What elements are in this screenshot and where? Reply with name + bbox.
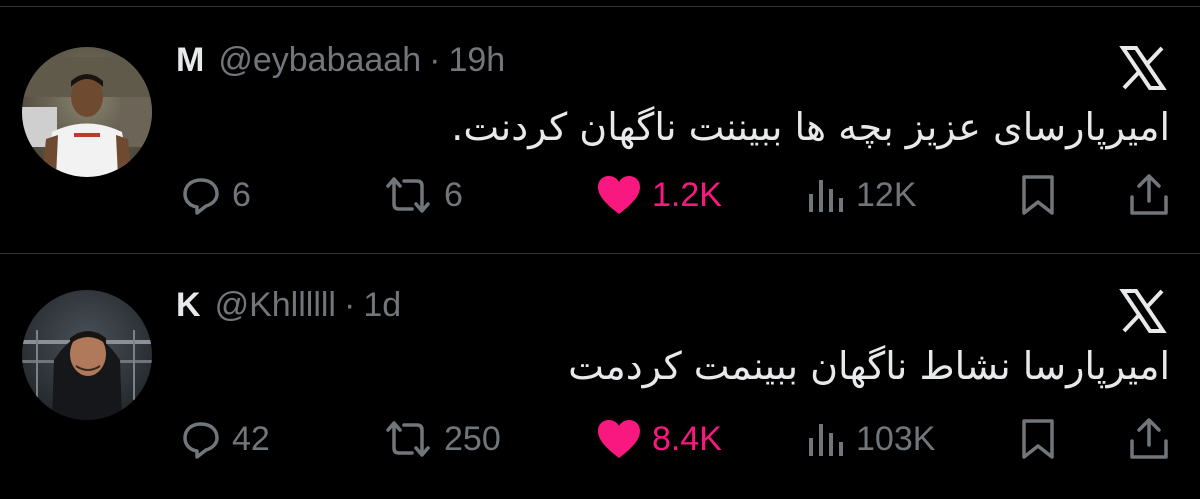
separator-dot: ·: [344, 286, 356, 324]
x-logo-icon: [1118, 286, 1168, 336]
reply-count: 6: [232, 175, 251, 214]
separator-dot: ·: [429, 41, 441, 79]
views-count: 103K: [856, 419, 936, 458]
retweet-button[interactable]: 250: [382, 414, 501, 464]
share-button[interactable]: [1128, 414, 1170, 464]
views-count: 12K: [856, 175, 917, 214]
reply-button[interactable]: 42: [180, 414, 270, 464]
tweet-text: امیرپارسای عزیز بچه ها ببیننت ناگهان کرد…: [451, 105, 1170, 149]
like-button[interactable]: 8.4K: [596, 414, 722, 464]
timestamp[interactable]: 19h: [448, 41, 505, 80]
tweet-header: K @Khllllll · 1d: [176, 286, 401, 330]
retweet-count: 250: [444, 419, 501, 458]
views-bars-icon: [809, 180, 843, 212]
display-name[interactable]: K: [176, 286, 201, 325]
share-icon: [1130, 174, 1168, 215]
x-logo-icon: [1118, 43, 1168, 93]
tweet-header: M @eybabaaah · 19h: [176, 41, 505, 85]
reply-button[interactable]: 6: [180, 170, 251, 220]
person-white-shirt-avatar-icon: [22, 47, 152, 177]
share-icon: [1130, 418, 1168, 459]
retweet-icon: [386, 421, 430, 457]
bookmark-icon: [1022, 175, 1054, 215]
like-count: 8.4K: [652, 419, 722, 458]
tweet-card[interactable]: K @Khllllll · 1d امیرپارسا نشاط ناگهان ب…: [0, 254, 1200, 499]
like-button[interactable]: 1.2K: [596, 170, 722, 220]
tweet-text: امیرپارسا نشاط ناگهان ببینمت کردمت: [568, 344, 1170, 388]
action-bar: 42 250 8.4K 103K: [0, 414, 1200, 464]
person-black-hoodie-avatar-icon: [22, 290, 152, 420]
action-bar: 6 6 1.2K 12K: [0, 170, 1200, 220]
reply-bubble-icon: [183, 422, 219, 459]
user-handle[interactable]: @Khllllll: [215, 286, 336, 325]
bookmark-button[interactable]: [1018, 170, 1058, 220]
timestamp[interactable]: 1d: [363, 286, 401, 325]
reply-bubble-icon: [183, 178, 219, 215]
heart-filled-icon: [598, 420, 640, 458]
bookmark-button[interactable]: [1018, 414, 1058, 464]
avatar[interactable]: [22, 47, 152, 177]
share-button[interactable]: [1128, 170, 1170, 220]
retweet-count: 6: [444, 175, 463, 214]
views-button[interactable]: 103K: [806, 414, 935, 464]
heart-filled-icon: [598, 176, 640, 214]
reply-count: 42: [232, 419, 270, 458]
display-name[interactable]: M: [176, 41, 204, 80]
tweet-card[interactable]: M @eybabaaah · 19h امیرپارسای عزیز بچه ه…: [0, 7, 1200, 252]
retweet-icon: [386, 177, 430, 213]
retweet-button[interactable]: 6: [382, 170, 463, 220]
avatar[interactable]: [22, 290, 152, 420]
like-count: 1.2K: [652, 175, 722, 214]
views-button[interactable]: 12K: [806, 170, 917, 220]
bookmark-icon: [1022, 419, 1054, 459]
views-bars-icon: [809, 424, 843, 456]
user-handle[interactable]: @eybabaaah: [218, 41, 421, 80]
